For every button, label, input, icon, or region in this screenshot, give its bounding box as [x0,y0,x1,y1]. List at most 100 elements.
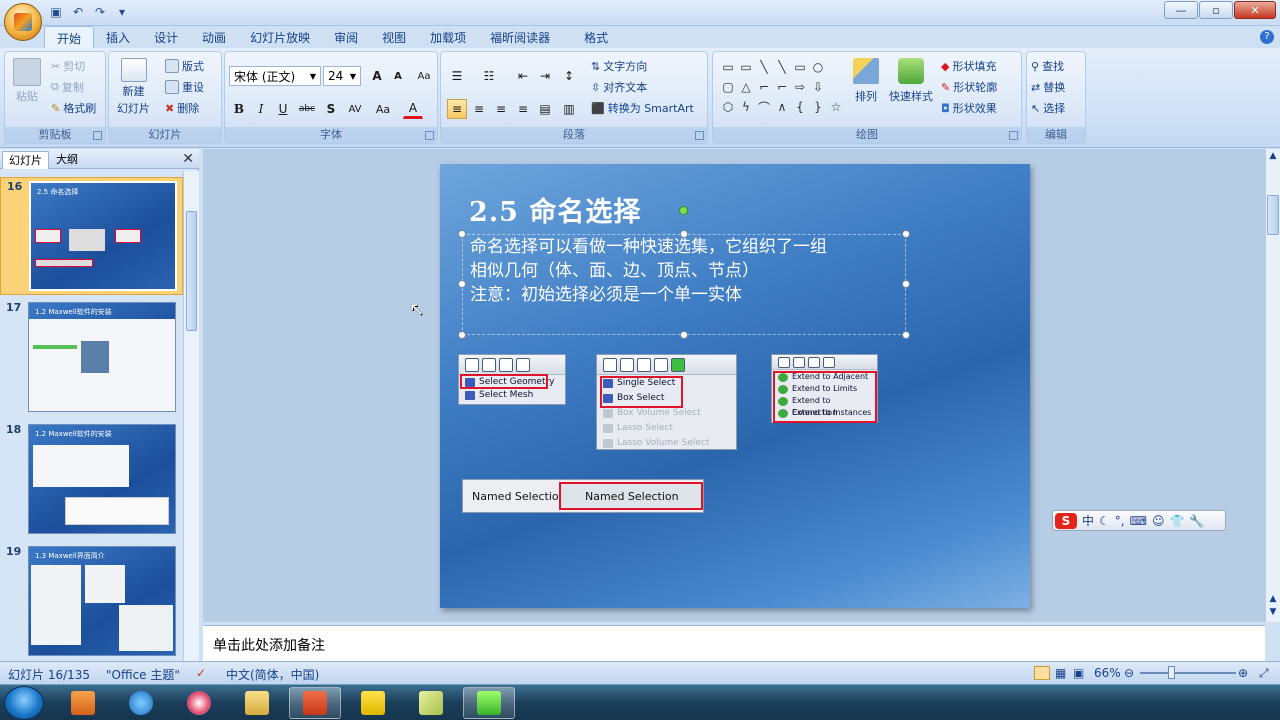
align-text-button[interactable]: ⇳ 对齐文本 [591,79,647,95]
paint-app-icon[interactable] [173,687,225,719]
font-color-button[interactable]: A [403,99,423,119]
dialog-launcher-icon[interactable] [1009,131,1018,140]
tab-outline-panel[interactable]: 大纲 [50,151,84,169]
notes-pane[interactable]: 单击此处添加备注 [203,625,1265,661]
help-icon[interactable]: ? [1260,30,1274,44]
copy-button[interactable]: ⧉ 复制 [51,79,84,95]
vertical-textbox-shape-icon[interactable]: ▭ [739,60,753,74]
slide-thumbnail[interactable]: 16 2.5 命名选择 [0,177,183,295]
brace-shape-icon[interactable]: } [811,100,825,114]
bullets-icon[interactable]: ☰ [447,66,467,86]
font-name-dropdown[interactable]: 宋体 (正文) ▼ [229,66,321,86]
shape-fill-button[interactable]: ◆ 形状填充 [941,58,996,74]
powerpoint-icon[interactable] [289,687,341,719]
resize-handle[interactable] [902,331,910,339]
current-slide[interactable]: 2.5 命名选择 命名选择可以看做一种快速选集，它组织了一组 相似几何（体、面、… [440,164,1030,608]
zoom-level[interactable]: 66% [1094,666,1121,680]
smartart-button[interactable]: ⬛ 转换为 SmartArt [591,100,694,116]
paste-button[interactable]: 粘贴 [13,58,41,104]
cut-button[interactable]: ✂ 剪切 [51,58,85,74]
tab-slideshow[interactable]: 幻灯片放映 [238,26,322,48]
star-shape-icon[interactable]: ☆ [829,100,843,114]
dialog-launcher-icon[interactable] [425,131,434,140]
zoom-slider[interactable] [1140,672,1236,674]
tab-addins[interactable]: 加载项 [418,26,478,48]
undo-icon[interactable]: ↶ [70,4,86,20]
slideshow-icon[interactable]: ▣ [1073,666,1084,680]
arc-shape-icon[interactable]: ⌒ [757,100,771,115]
pdf-app-icon[interactable] [57,687,109,719]
zoom-slider-thumb[interactable] [1168,666,1175,679]
user-icon[interactable]: ☺ [1152,514,1165,528]
align-right-button[interactable]: ≡ [491,99,511,119]
slide-sorter-icon[interactable]: ▦ [1055,666,1066,680]
prev-slide-icon[interactable]: ▲ [1267,594,1279,606]
slide-thumbnail[interactable]: 17 1.2 Maxwell软件的安装 [0,299,183,417]
tab-home[interactable]: 开始 [44,26,95,48]
brace-shape-icon[interactable]: { [793,100,807,114]
italic-button[interactable]: I [251,99,271,119]
change-case-button[interactable]: Aa [371,99,395,119]
new-slide-button[interactable]: 新建 幻灯片 [117,58,150,116]
line-spacing-icon[interactable]: ↕ [559,66,579,86]
char-spacing-button[interactable]: AV [343,99,367,119]
internet-explorer-icon[interactable] [115,687,167,719]
text-direction-button[interactable]: ⇅ 文字方向 [591,58,647,74]
resize-handle[interactable] [680,230,688,238]
ime-toolbar[interactable]: S 中 ☾ °, ⌨ ☺ 👕 🔧 [1052,510,1226,531]
wrench-icon[interactable]: 🔧 [1189,514,1204,528]
shape-outline-button[interactable]: ✎ 形状轮廓 [941,79,997,95]
format-painter-button[interactable]: ✎ 格式刷 [51,100,96,116]
acrobat-icon[interactable] [347,687,399,719]
scrollbar-thumb[interactable] [1267,195,1279,235]
clear-format-button[interactable]: Aa [414,66,434,86]
tab-review[interactable]: 审阅 [322,26,370,48]
thumbnail-scrollbar[interactable] [183,171,199,661]
scrollbar-thumb[interactable] [186,211,197,331]
arrange-button[interactable]: 排列 [853,58,879,104]
oval-shape-icon[interactable]: ○ [811,60,825,74]
editor-scrollbar[interactable]: ▲ ▲ ▼ [1265,149,1280,622]
rectangle-shape-icon[interactable]: ▢ [721,80,735,94]
rotation-handle[interactable] [679,206,688,215]
tab-slides-panel[interactable]: 幻灯片 [2,151,49,169]
line-shape-icon[interactable]: ╲ [757,60,771,74]
close-icon[interactable]: ✕ [182,151,194,167]
triangle-shape-icon[interactable]: △ [739,80,753,94]
minimize-button[interactable]: — [1164,1,1198,19]
curve-shape-icon[interactable]: ∧ [775,100,789,114]
maximize-button[interactable]: ▫ [1199,1,1233,19]
tab-foxit-reader[interactable]: 福昕阅读器 [478,26,562,48]
textbox-shape-icon[interactable]: ▭ [721,60,735,74]
align-center-button[interactable]: ≡ [469,99,489,119]
justify-button[interactable]: ≡ [513,99,533,119]
align-left-button[interactable]: ≡ [447,99,467,119]
resize-handle[interactable] [680,331,688,339]
start-button[interactable] [4,686,44,720]
distribute-button[interactable]: ▤ [535,99,555,119]
elbow-connector-icon[interactable]: ⌐ [775,80,789,94]
quick-styles-button[interactable]: 快速样式 [889,58,933,104]
arrow-shape-icon[interactable]: ⇨ [793,80,807,94]
tab-design[interactable]: 设计 [142,26,190,48]
reset-button[interactable]: 重设 [165,79,204,95]
find-button[interactable]: ⚲ 查找 [1031,58,1064,74]
save-icon[interactable]: ▣ [48,4,64,20]
hexagon-shape-icon[interactable]: ⬡ [721,100,735,114]
increase-indent-icon[interactable]: ⇥ [535,66,555,86]
replace-button[interactable]: ⇄ 替换 [1031,79,1065,95]
tab-format[interactable]: 格式 [572,26,620,48]
language-indicator[interactable]: 中文(简体，中国) [226,666,319,683]
ime-mode-label[interactable]: 中 [1082,512,1094,529]
layout-button[interactable]: 版式 [165,58,204,74]
decrease-indent-icon[interactable]: ⇤ [513,66,533,86]
slide-title[interactable]: 2.5 命名选择 [469,190,641,229]
strikethrough-button[interactable]: abc [295,99,319,119]
zoom-in-icon[interactable]: ⊕ [1238,666,1248,680]
next-slide-icon[interactable]: ▼ [1267,607,1279,619]
office-button[interactable] [4,3,42,41]
skin-icon[interactable]: 👕 [1169,514,1184,528]
rectangle-shape-icon[interactable]: ▭ [793,60,807,74]
numbering-icon[interactable]: ☷ [479,66,499,86]
fit-to-window-icon[interactable]: ⤢ [1259,666,1269,681]
